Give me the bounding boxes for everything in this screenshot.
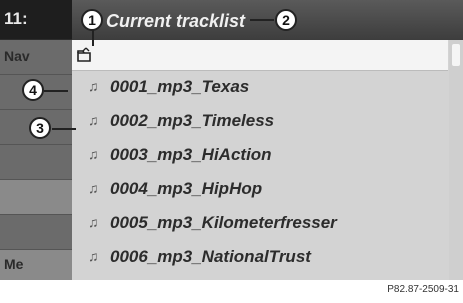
- track-item[interactable]: ♫ 0004_mp3_HipHop: [72, 172, 448, 206]
- track-item[interactable]: ♫ 0006_mp3_NationalTrust: [72, 240, 448, 274]
- music-note-icon: ♫: [88, 146, 99, 162]
- music-note-icon: ♫: [88, 78, 99, 94]
- tracklist-window: Current tracklist ♫ 0001_mp3_Texas ♫ 000…: [72, 0, 463, 280]
- callout-line-4: [44, 90, 68, 92]
- scrollbar-thumb[interactable]: [452, 44, 460, 66]
- track-name: 0005_mp3_Kilometerfresser: [110, 213, 337, 232]
- callout-2: 2: [275, 9, 297, 31]
- callout-line-2: [250, 19, 274, 21]
- track-item[interactable]: ♫ 0003_mp3_HiAction: [72, 138, 448, 172]
- window-title: Current tracklist: [106, 11, 246, 31]
- music-note-icon: ♫: [88, 248, 99, 264]
- callout-line-1: [92, 30, 94, 46]
- figure-code: P82.87-2509-31: [387, 284, 459, 295]
- track-name: 0004_mp3_HipHop: [110, 179, 263, 198]
- music-note-icon: ♫: [88, 112, 99, 128]
- track-name: 0006_mp3_NationalTrust: [110, 247, 311, 266]
- media-menu-label: Me: [4, 256, 24, 272]
- track-item[interactable]: ♫ 0005_mp3_Kilometerfresser: [72, 206, 448, 240]
- callout-4: 4: [22, 79, 44, 101]
- screen: 11: Nav Me Current tracklist ♫ 0001_mp3_…: [0, 0, 463, 280]
- callout-line-3: [52, 128, 76, 130]
- track-item[interactable]: ♫ 0002_mp3_Timeless: [72, 104, 448, 138]
- folder-up-row[interactable]: [72, 40, 448, 71]
- nav-menu-label: Nav: [4, 48, 30, 64]
- music-note-icon: ♫: [88, 214, 99, 230]
- track-item[interactable]: ♫ 0001_mp3_Texas: [72, 70, 448, 104]
- callout-3: 3: [29, 117, 51, 139]
- track-name: 0003_mp3_HiAction: [110, 145, 272, 164]
- track-name: 0001_mp3_Texas: [110, 77, 250, 96]
- callout-1: 1: [81, 9, 103, 31]
- music-note-icon: ♫: [88, 180, 99, 196]
- track-name: 0002_mp3_Timeless: [110, 111, 275, 130]
- clock-text: 11:: [4, 9, 28, 28]
- scrollbar[interactable]: [449, 40, 463, 280]
- track-list: ♫ 0001_mp3_Texas ♫ 0002_mp3_Timeless ♫ 0…: [72, 70, 448, 274]
- folder-up-icon[interactable]: [76, 47, 94, 63]
